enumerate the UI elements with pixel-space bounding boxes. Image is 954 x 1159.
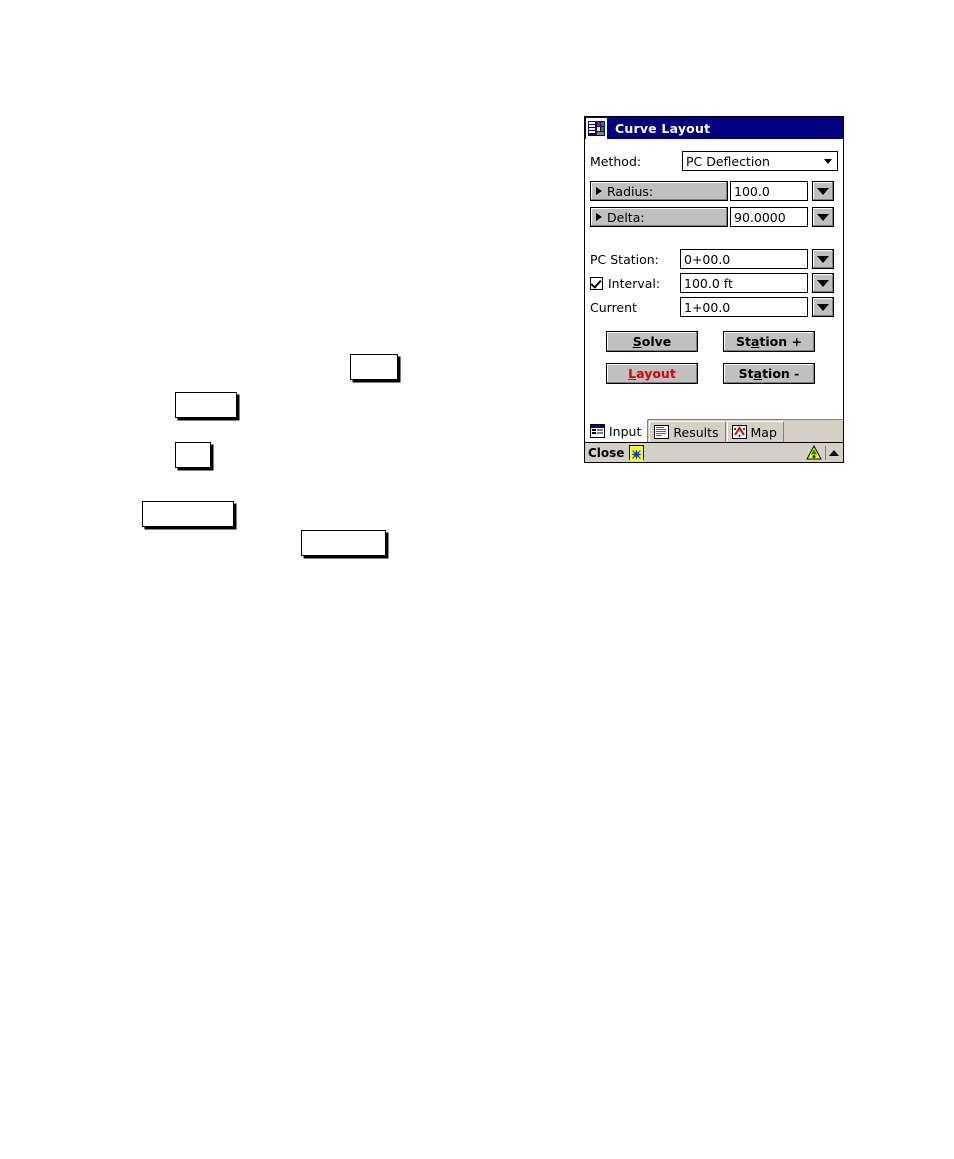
tab-strip: Input Results Map [585,419,843,442]
interval-value: 100.0 ft [684,275,733,291]
solve-button[interactable]: Solve [606,331,698,352]
status-bar: Close [585,442,843,462]
form-icon [590,424,605,438]
current-row: Current 1+00.0 [590,297,838,317]
document-icon [654,425,670,439]
blank-box-1 [350,354,398,380]
tab-map-label: Map [750,424,777,440]
blank-box-2 [175,392,237,418]
current-input[interactable]: 1+00.0 [680,297,808,317]
radius-input[interactable]: 100.0 [730,181,808,201]
blue-star-icon[interactable] [629,445,645,461]
interval-input[interactable]: 100.0 ft [680,273,808,293]
blank-box-5 [301,530,386,556]
app-window-icon [586,117,607,139]
pc-station-row: PC Station: 0+00.0 [590,249,838,269]
dialog-client-area: Method: PC Deflection Radius: 100.0 Delt… [585,139,843,419]
method-select-value: PC Deflection [686,153,770,169]
pc-station-label: PC Station: [590,251,659,267]
radius-expand-button[interactable]: Radius: [590,181,728,201]
pc-station-value: 0+00.0 [684,251,731,267]
delta-label: Delta: [607,209,645,225]
map-icon [731,425,747,439]
triangle-down-icon [817,213,829,221]
up-arrow-icon[interactable] [829,449,839,456]
delta-input[interactable]: 90.0000 [730,207,808,227]
chevron-down-icon [824,158,832,164]
pc-station-dropdown-button[interactable] [812,249,834,269]
blank-box-3 [175,442,211,468]
interval-row: Interval: 100.0 ft [590,273,838,293]
solve-button-label: Solve [632,334,672,349]
triangle-logo-icon[interactable] [806,444,822,460]
triangle-down-icon [817,303,829,311]
triangle-right-icon [596,213,602,221]
current-label: Current [590,299,637,315]
blank-box-4 [142,501,234,527]
station-minus-button[interactable]: Station - [723,363,815,384]
dialog-title: Curve Layout [615,120,711,136]
pc-station-input[interactable]: 0+00.0 [680,249,808,269]
layout-button[interactable]: Layout [606,363,698,384]
layout-button-label: Layout [628,366,676,381]
method-label: Method: [590,153,642,169]
delta-dropdown-button[interactable] [812,207,834,227]
method-select[interactable]: PC Deflection [682,151,838,171]
dialog-titlebar: Curve Layout [585,117,843,139]
radius-value: 100.0 [734,183,770,199]
tab-map[interactable]: Map [726,421,784,442]
delta-row: Delta: 90.0000 [590,207,838,227]
interval-dropdown-button[interactable] [812,273,834,293]
radius-dropdown-button[interactable] [812,181,834,201]
tab-results[interactable]: Results [649,421,726,442]
interval-label: Interval: [608,275,661,291]
delta-value: 90.0000 [734,209,786,225]
method-row: Method: PC Deflection [590,151,838,171]
close-button[interactable]: Close [588,446,624,460]
tab-input[interactable]: Input [585,419,649,442]
triangle-down-icon [817,255,829,263]
delta-expand-button[interactable]: Delta: [590,207,728,227]
station-plus-button[interactable]: Station + [723,331,815,352]
station-plus-button-label: Station + [736,334,802,349]
interval-checkbox[interactable] [590,276,603,290]
curve-layout-dialog: Curve Layout Method: PC Deflection Radiu… [584,116,844,463]
station-minus-button-label: Station - [738,366,800,381]
status-divider [825,445,826,460]
triangle-down-icon [817,279,829,287]
radius-row: Radius: 100.0 [590,181,838,201]
tab-results-label: Results [673,424,719,440]
radius-label: Radius: [607,183,654,199]
tab-input-label: Input [609,423,642,439]
triangle-down-icon [817,187,829,195]
current-dropdown-button[interactable] [812,297,834,317]
current-value: 1+00.0 [684,299,731,315]
triangle-right-icon [596,187,602,195]
